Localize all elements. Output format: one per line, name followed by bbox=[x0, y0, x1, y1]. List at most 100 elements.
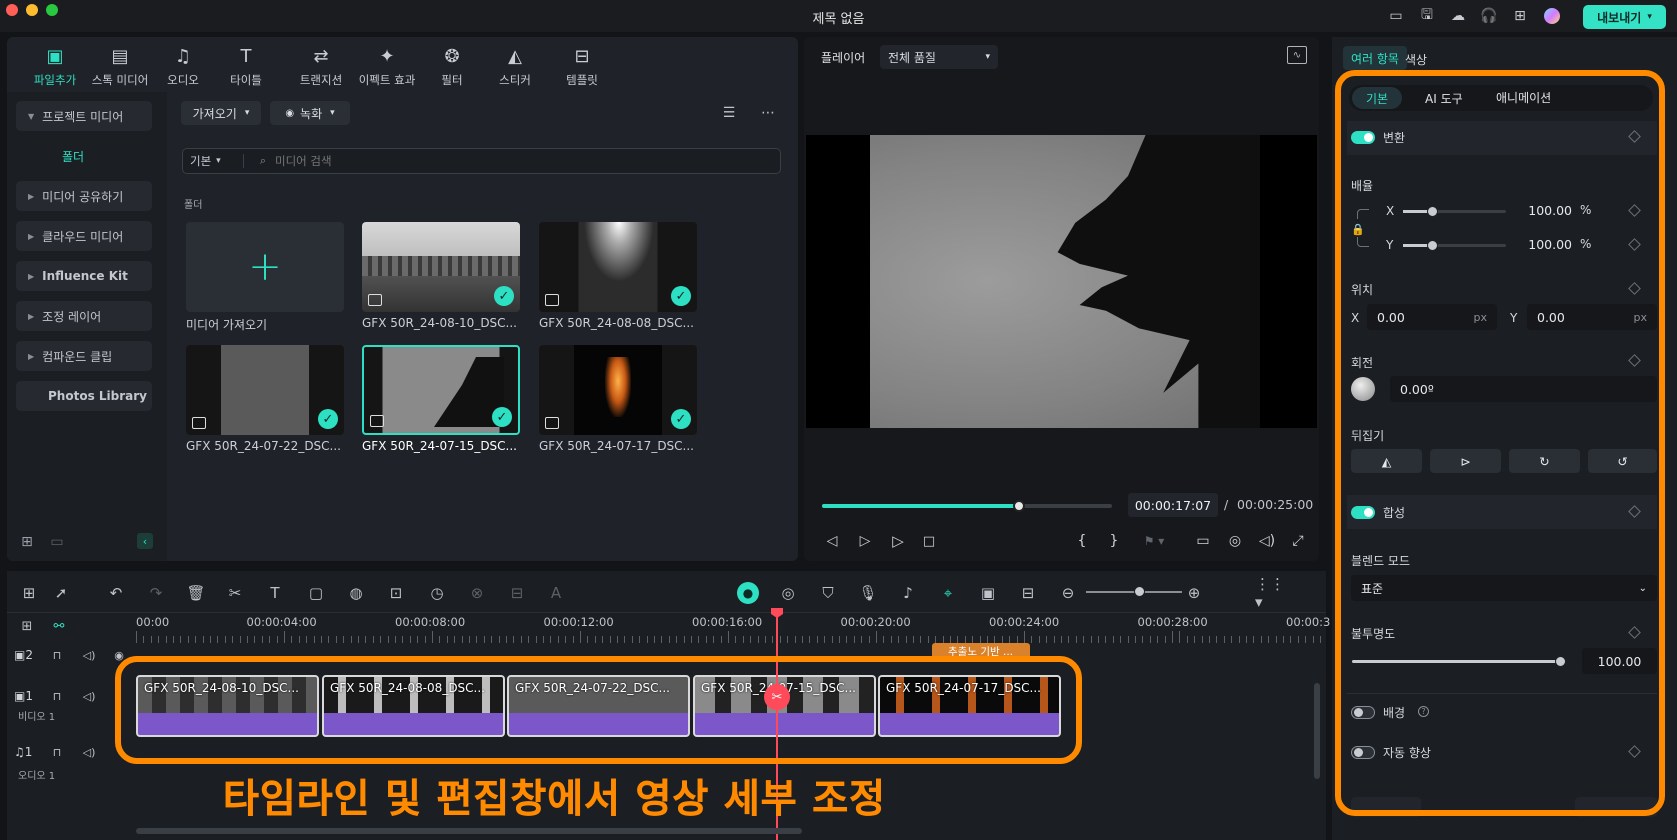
scale-x-slider[interactable] bbox=[1403, 206, 1506, 217]
tool-filter[interactable]: ❂ 필터 bbox=[421, 45, 483, 95]
cut-icon[interactable]: ✂ bbox=[224, 582, 246, 604]
ai-copilot-icon[interactable]: ● bbox=[737, 582, 759, 604]
delete-icon[interactable]: 🗑 bbox=[185, 582, 207, 604]
support-icon[interactable]: 🎧 bbox=[1479, 7, 1499, 25]
filter-sort-icon[interactable]: ☰ bbox=[719, 103, 739, 123]
volume-icon[interactable]: ◁) bbox=[1257, 532, 1277, 550]
apps-grid-icon[interactable]: ⊞ bbox=[1510, 7, 1530, 25]
scope-icon[interactable]: ∿ bbox=[1287, 46, 1307, 64]
pos-y-field[interactable]: 0.00 px bbox=[1527, 304, 1657, 330]
sidebar-item-share[interactable]: ▶ 미디어 공유하기 bbox=[16, 181, 152, 211]
sidebar-item-cloud[interactable]: ▶ 클라우드 미디어 bbox=[16, 221, 152, 251]
sidebar-folder[interactable]: 폴더 bbox=[62, 148, 84, 165]
display-icon[interactable]: ▭ bbox=[1193, 532, 1213, 550]
view-options-icon[interactable]: ⋮⋮ ▾ bbox=[1255, 575, 1291, 611]
add-track-icon[interactable]: ⊞ bbox=[18, 617, 36, 635]
subtab-animation[interactable]: 애니메이션 bbox=[1496, 89, 1551, 106]
vertical-scrollbar[interactable] bbox=[1314, 683, 1320, 779]
mark-in-icon[interactable]: { bbox=[1075, 532, 1089, 550]
snap-icon[interactable]: ⌖ bbox=[937, 582, 959, 604]
marker-dropdown-icon[interactable]: ⚑ ▾ bbox=[1139, 532, 1169, 550]
timeline-clip[interactable]: GFX 50R_24-08-08_DSC... bbox=[322, 675, 505, 737]
scale-y-value[interactable]: 100.00 bbox=[1512, 237, 1572, 252]
media-thumbnail-selected[interactable]: ✓ bbox=[362, 345, 520, 435]
lock-icon[interactable]: ⊓ bbox=[50, 648, 64, 662]
import-dropdown[interactable]: 가져오기 ▾ bbox=[181, 101, 261, 125]
timeline-clip[interactable]: GFX 50R_24-07-17_DSC... bbox=[878, 675, 1061, 737]
layout-icon[interactable]: ▭ bbox=[1386, 7, 1406, 25]
zoom-in-icon[interactable]: ⊕ bbox=[1183, 582, 1205, 604]
mask-icon[interactable]: ⊗ bbox=[466, 582, 488, 604]
lock-icon[interactable]: ⊓ bbox=[50, 689, 64, 703]
new-folder-icon[interactable]: ⊞ bbox=[18, 534, 36, 550]
current-time[interactable]: 00:00:17:07 bbox=[1128, 493, 1218, 517]
tool-sticker[interactable]: ◭ 스티커 bbox=[484, 45, 546, 95]
mark-out-icon[interactable]: } bbox=[1107, 532, 1121, 550]
link-icon[interactable]: ⚯ bbox=[50, 617, 68, 635]
tool-template[interactable]: ⊟ 템플릿 bbox=[551, 45, 613, 95]
preview-render-icon[interactable]: ▣ bbox=[977, 582, 999, 604]
rotate-right-button[interactable]: ↻ bbox=[1509, 449, 1580, 473]
redo-icon[interactable]: ↷ bbox=[145, 582, 167, 604]
timeline-clip[interactable]: GFX 50R_24-07-22_DSC... bbox=[507, 675, 690, 737]
sort-dropdown[interactable]: 기본 ▾ bbox=[190, 153, 221, 169]
zoom-slider[interactable] bbox=[1086, 586, 1182, 597]
tool-media[interactable]: ▣ 파일추가 bbox=[24, 45, 86, 95]
help-icon[interactable]: ? bbox=[1418, 706, 1429, 717]
mute-icon[interactable]: ◁) bbox=[82, 745, 96, 759]
slider-handle[interactable] bbox=[1427, 206, 1438, 217]
speed-icon[interactable]: ◷ bbox=[426, 582, 448, 604]
music-beat-icon[interactable]: ♪ bbox=[897, 582, 919, 604]
tool-audio[interactable]: ♫ 오디오 bbox=[152, 45, 214, 95]
undo-icon[interactable]: ↶ bbox=[105, 582, 127, 604]
subtab-basic[interactable]: 기본 bbox=[1352, 87, 1402, 109]
background-toggle[interactable] bbox=[1351, 706, 1375, 719]
split-scissors-icon[interactable]: ✂ bbox=[764, 684, 790, 710]
search-input[interactable] bbox=[275, 152, 755, 170]
flip-horizontal-button[interactable]: ◭ bbox=[1351, 449, 1422, 473]
avatar[interactable] bbox=[1544, 8, 1560, 24]
export-button[interactable]: 내보내기 ▾ bbox=[1583, 5, 1666, 29]
select-tool-icon[interactable]: ➚ bbox=[50, 582, 72, 604]
fullscreen-icon[interactable]: ⤢ bbox=[1288, 532, 1308, 550]
auto-enhance-toggle[interactable] bbox=[1351, 746, 1375, 759]
zoom-out-icon[interactable]: ⊖ bbox=[1057, 582, 1079, 604]
rotation-field[interactable]: 0.00º bbox=[1390, 376, 1657, 402]
lock-icon[interactable]: 🔒 bbox=[1351, 222, 1365, 236]
lock-icon[interactable]: ⊓ bbox=[50, 745, 64, 759]
opacity-slider[interactable] bbox=[1352, 656, 1566, 667]
sidebar-project-media[interactable]: ▼ 프로젝트 미디어 bbox=[16, 101, 152, 131]
stop-icon[interactable]: □ bbox=[920, 532, 938, 550]
render-icon[interactable]: ◎ bbox=[777, 582, 799, 604]
ai-portrait-icon[interactable]: ⊡ bbox=[385, 582, 407, 604]
snapshot-icon[interactable]: ◎ bbox=[1225, 532, 1245, 550]
folder-icon[interactable]: ▭ bbox=[48, 534, 66, 550]
scale-y-slider[interactable] bbox=[1403, 240, 1506, 251]
composite-toggle[interactable] bbox=[1351, 506, 1375, 519]
cloud-upload-icon[interactable]: ☁ bbox=[1448, 7, 1468, 25]
sidebar-item-adjustment[interactable]: ▶ 조정 레이어 bbox=[16, 301, 152, 331]
next-frame-icon[interactable]: ▷ bbox=[856, 532, 874, 550]
marker-icon[interactable]: ⛉ bbox=[817, 582, 839, 604]
mute-icon[interactable]: ◁) bbox=[82, 648, 96, 662]
timeline-clip[interactable]: GFX 50R_24-08-10_DSC... bbox=[136, 675, 319, 737]
save-icon[interactable]: 🖫 bbox=[1417, 7, 1437, 25]
previous-frame-icon[interactable]: ◁ bbox=[823, 532, 841, 550]
opacity-field[interactable]: 100.00 bbox=[1582, 648, 1657, 674]
slider-handle[interactable] bbox=[1427, 240, 1438, 251]
speech-icon[interactable]: ⊟ bbox=[506, 582, 528, 604]
sidebar-item-influence-kit[interactable]: ▶ Influence Kit bbox=[16, 261, 152, 291]
blend-mode-dropdown[interactable]: 표준 ⌄ bbox=[1351, 575, 1657, 601]
timeline-ruler[interactable]: 00:00 00:00:04:00 00:00:08:00 00:00:12:00 00… bbox=[136, 613, 1330, 643]
fit-icon[interactable]: ⊟ bbox=[1017, 582, 1039, 604]
sidebar-item-compound[interactable]: ▶ 컴파운드 클립 bbox=[16, 341, 152, 371]
media-thumbnail[interactable]: ✓ bbox=[362, 222, 520, 312]
quality-dropdown[interactable]: 전체 품질 ▾ bbox=[880, 45, 998, 69]
transform-toggle[interactable] bbox=[1351, 131, 1375, 144]
tab-multi-items[interactable]: 여러 항목 bbox=[1343, 46, 1407, 70]
more-options-icon[interactable]: ⋯ bbox=[758, 103, 778, 123]
rotation-dial[interactable] bbox=[1351, 377, 1375, 401]
eye-icon[interactable]: ◉ bbox=[112, 648, 126, 662]
tool-effects[interactable]: ✦ 이펙트 효과 bbox=[356, 45, 418, 95]
tool-transition[interactable]: ⇄ 트랜지션 bbox=[290, 45, 352, 95]
